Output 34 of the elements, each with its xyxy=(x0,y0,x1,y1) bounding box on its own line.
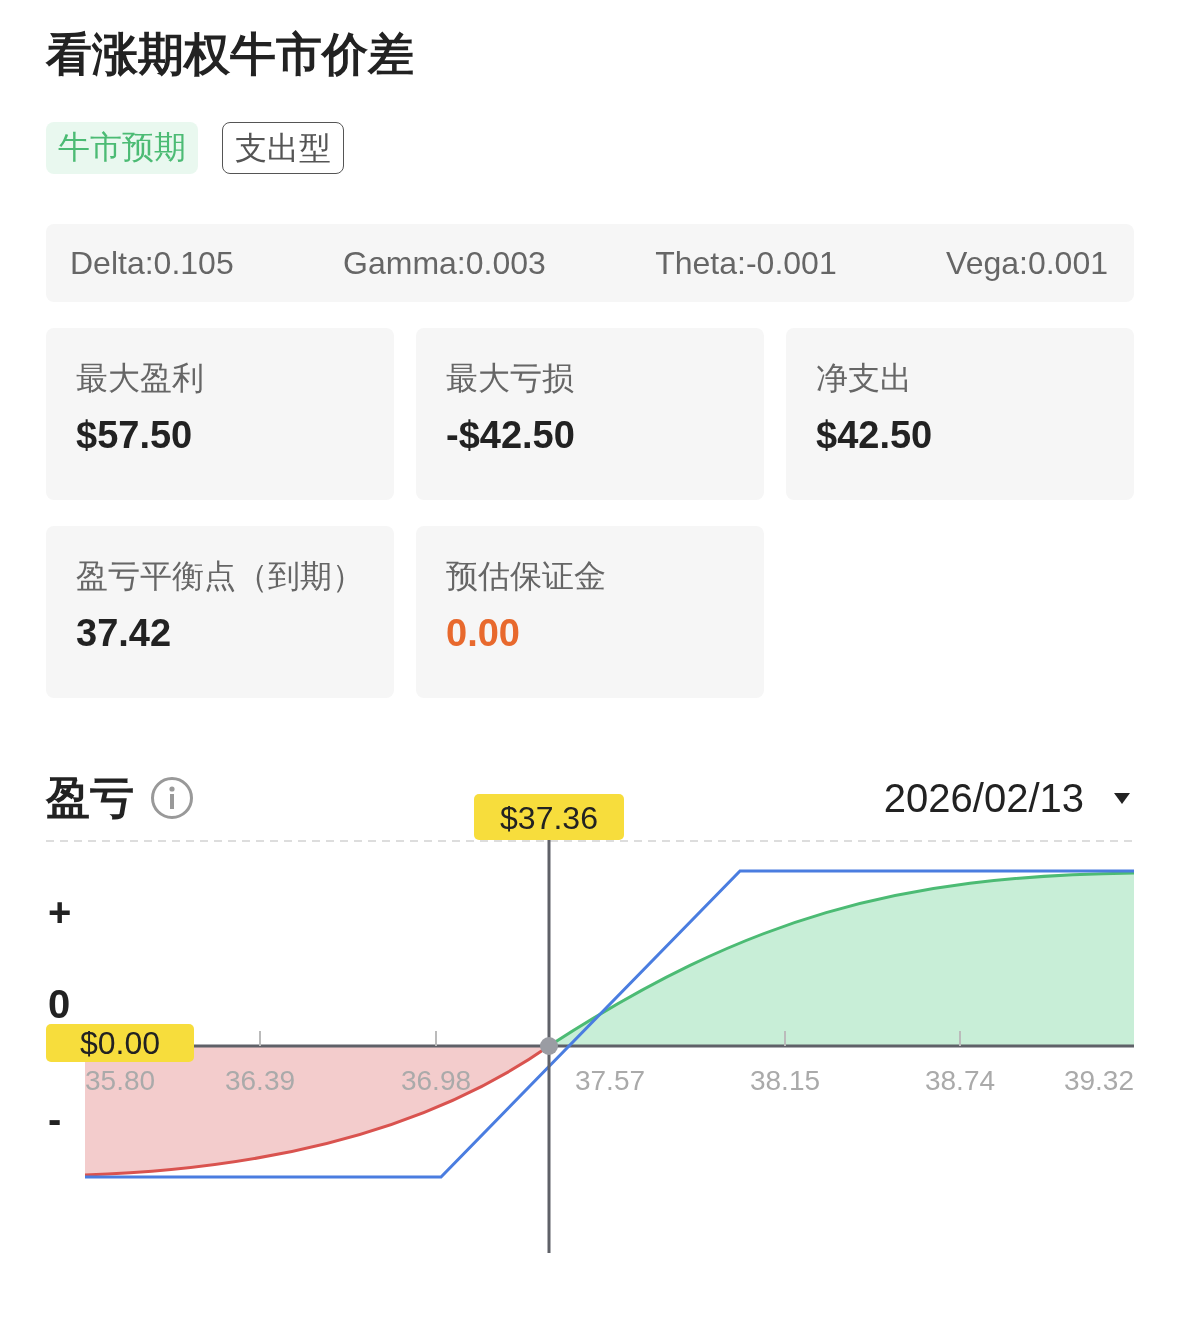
metric-label: 预估保证金 xyxy=(446,557,607,596)
metric-value: -$42.50 xyxy=(446,413,576,458)
section-title: 盈亏 xyxy=(46,771,134,824)
value-badge: $0.00 xyxy=(46,1024,194,1062)
greek-value: Vega:0.001 xyxy=(946,244,1108,282)
x-axis-label: 35.80 xyxy=(85,1065,156,1096)
metric-label: 最大盈利 xyxy=(76,359,205,398)
y-axis-label: - xyxy=(48,1097,62,1141)
metric-label: 净支出 xyxy=(816,359,913,398)
x-axis-label: 38.15 xyxy=(749,1065,821,1096)
greek-value: Theta:-0.001 xyxy=(655,244,837,282)
metric-label: 最大亏损 xyxy=(446,359,575,398)
x-axis-label: 39.32 xyxy=(1063,1065,1134,1096)
page-title: 看涨期权牛市价差 xyxy=(46,27,415,82)
greek-value: Delta:0.105 xyxy=(70,244,234,282)
caret-icon xyxy=(1114,792,1130,804)
y-axis-label: 0 xyxy=(48,982,71,1026)
metric-value: 37.42 xyxy=(76,611,173,656)
info-icon[interactable] xyxy=(150,776,194,820)
y-axis-label: + xyxy=(48,890,72,934)
metric-value: $42.50 xyxy=(816,413,934,458)
x-axis-label: 36.98 xyxy=(400,1065,472,1096)
greek-value: Gamma:0.003 xyxy=(343,244,546,282)
x-axis-label: 38.74 xyxy=(924,1065,996,1096)
price-badge: $37.36 xyxy=(474,794,624,840)
tag: 牛市预期 xyxy=(46,122,198,174)
metric-value: $57.50 xyxy=(76,413,194,458)
date-dropdown[interactable]: 2026/02/13 xyxy=(883,775,1134,821)
metric-value: 0.00 xyxy=(446,611,521,656)
metric-label: 盈亏平衡点（到期） xyxy=(76,557,364,596)
x-axis-label: 37.57 xyxy=(574,1065,646,1096)
tag: 支出型 xyxy=(222,122,344,174)
cursor-dot xyxy=(540,1037,558,1055)
x-axis-label: 36.39 xyxy=(224,1065,296,1096)
